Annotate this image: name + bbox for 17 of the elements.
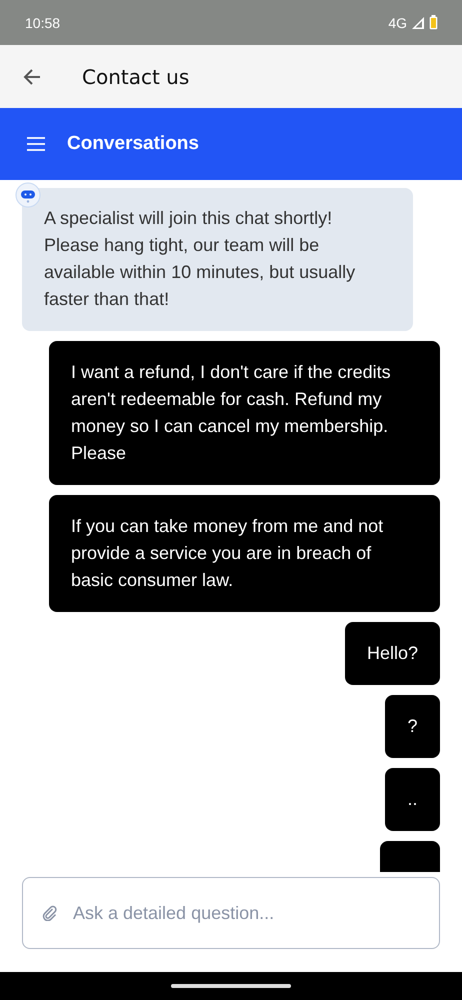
- home-handle[interactable]: [171, 984, 291, 988]
- user-message: ?: [385, 695, 440, 758]
- back-arrow-icon[interactable]: [22, 66, 42, 86]
- user-message: I want a refund, I don't care if the credits aren't redeemable for cash. Refund my money so I can cancel my membership. Please: [49, 341, 440, 485]
- battery-icon: [429, 15, 438, 30]
- menu-icon[interactable]: [27, 137, 45, 151]
- user-message: ..: [385, 768, 440, 831]
- signal-icon: [411, 16, 425, 30]
- user-message: Hello?: [344, 622, 440, 685]
- status-time: 10:58: [25, 14, 60, 30]
- header-title: Conversations: [67, 133, 199, 155]
- user-message: If you can take money from me and not provide a service you are in breach of basic consumer law.: [49, 495, 440, 612]
- agent-message: A specialist will join this chat shortly! Please hang tight, our team will be available within 10 minutes, but usually faster than that!: [22, 188, 413, 331]
- paperclip-icon[interactable]: [42, 905, 58, 921]
- page-title: Contact us: [82, 64, 190, 88]
- question-field[interactable]: Ask a detailed question...: [22, 877, 440, 949]
- network-type: 4G: [388, 14, 407, 30]
